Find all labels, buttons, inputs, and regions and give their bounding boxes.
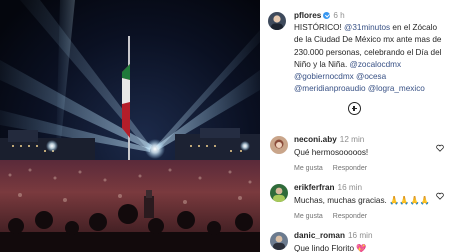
comment-text: Muchas, muchas gracias. 🙏🙏🙏🙏 [294,196,430,205]
commenter-avatar[interactable] [270,136,288,154]
verified-badge-icon [323,11,331,19]
add-circle-icon[interactable] [348,102,361,115]
commenter-username[interactable]: neconi.aby [294,135,337,144]
post-caption: pflores 6 h HISTÓRICO! @31minutos en el Z… [268,10,446,95]
comment-item: erikferfran 16 min Muchas, muchas gracias… [268,182,446,222]
commenter-avatar[interactable] [270,184,288,202]
comment-text: Que lindo Florito 💖 [294,244,367,252]
comment-time[interactable]: 12 min [340,135,365,144]
comment-item: danic_roman 16 min Que lindo Florito 💖 [268,230,446,252]
concert-crowd-image [0,0,260,252]
comment-actions: Me gusta Responder [294,163,446,174]
post-photo [0,0,260,252]
author-username[interactable]: pflores [294,11,321,20]
commenter-avatar[interactable] [270,232,288,250]
mention-link[interactable]: @31minutos [344,23,390,32]
comment-text: Qué hermosooooos! [294,148,369,157]
post-time[interactable]: 6 h [333,11,344,20]
like-comment-button[interactable]: Me gusta [294,213,323,220]
mention-link[interactable]: @ocesa [356,72,386,81]
reply-button[interactable]: Responder [333,165,367,172]
caption-text: HISTÓRICO! @31minutos en el Zócalo de la… [294,22,446,95]
heart-icon[interactable] [436,144,444,152]
mention-link[interactable]: @zocalocdmx [350,60,402,69]
caption-text-segment: HISTÓRICO! [294,23,345,33]
comment-item: neconi.aby 12 min Qué hermosooooos! Me gu… [268,134,446,174]
heart-icon[interactable] [436,192,444,200]
commenter-username[interactable]: danic_roman [294,231,345,240]
author-avatar[interactable] [268,12,286,30]
comment-time[interactable]: 16 min [348,231,373,240]
commenter-username[interactable]: erikferfran [294,183,335,192]
comment-actions: Me gusta Responder [294,211,446,222]
mention-link[interactable]: @gobiernocdmx [294,72,354,81]
comment-time[interactable]: 16 min [338,183,363,192]
post-side-panel: pflores 6 h HISTÓRICO! @31minutos en el Z… [260,0,449,252]
mention-link[interactable]: @meridianproaudio [294,84,366,93]
reply-button[interactable]: Responder [333,213,367,220]
mention-link[interactable]: @logra_mexico [368,84,425,93]
like-comment-button[interactable]: Me gusta [294,165,323,172]
